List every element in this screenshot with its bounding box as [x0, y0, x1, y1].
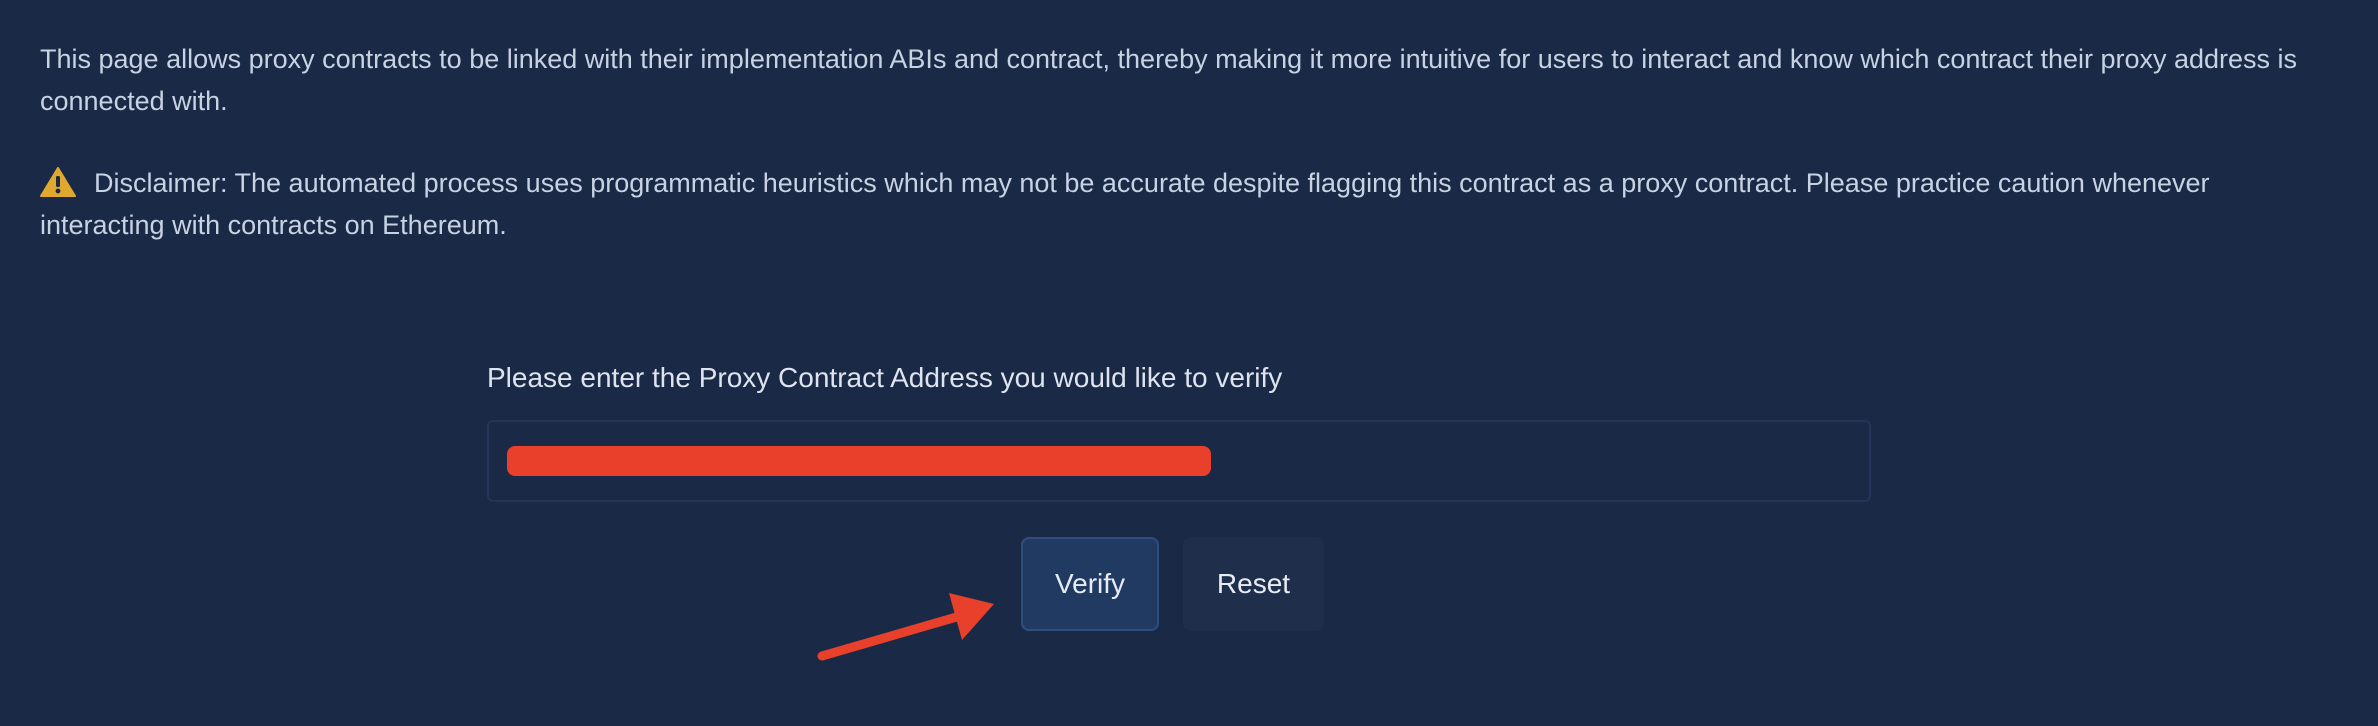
annotation-arrow-icon	[817, 593, 994, 661]
